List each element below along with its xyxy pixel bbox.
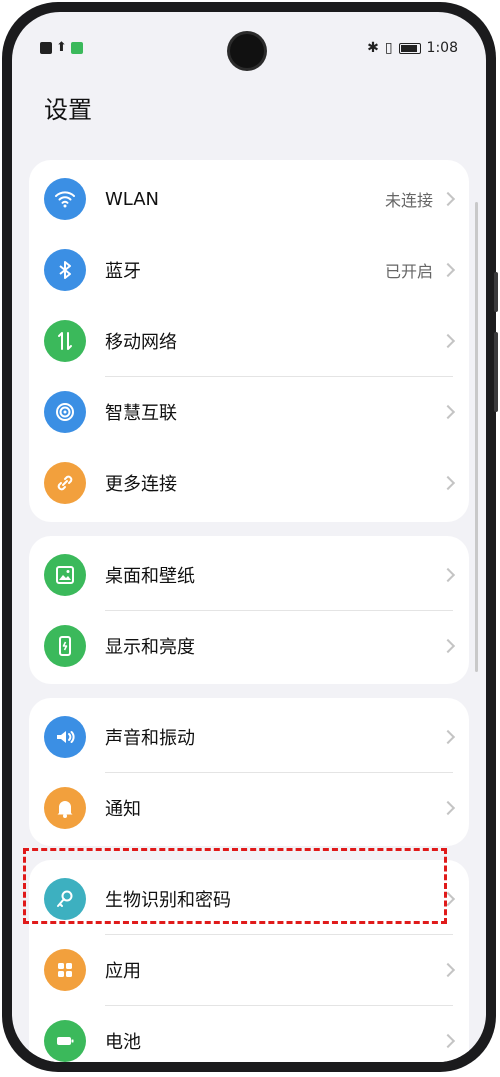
bell-icon [44,787,86,829]
settings-item-value: 已开启 [384,262,433,281]
settings-item-notifications[interactable]: 通知 [29,773,469,843]
highlight-annotation-box [23,848,447,924]
settings-group-display: 桌面和壁纸 显示和亮度 [29,536,469,684]
settings-item-wlan[interactable]: WLAN 未连接 [29,164,469,234]
chevron-right-icon [440,962,456,978]
settings-item-label: 应用 [105,961,141,982]
settings-group-sound: 声音和振动 通知 [29,698,469,846]
upload-icon: ⬆ [56,40,67,55]
chevron-right-icon [440,729,456,745]
connect-icon [44,391,86,433]
settings-item-label: 通知 [105,799,141,820]
link-icon [44,462,86,504]
settings-item-label: 蓝牙 [105,261,141,282]
display-icon [44,625,86,667]
settings-item-mobile-network[interactable]: 移动网络 [29,306,469,376]
bluetooth-icon [44,249,86,291]
front-camera [230,34,264,68]
app-notification-icon [70,41,83,54]
settings-item-label: 显示和亮度 [105,637,195,658]
settings-item-label: 移动网络 [105,332,177,353]
sound-icon [44,716,86,758]
battery-icon [44,1020,86,1062]
scrollbar[interactable] [475,202,478,672]
vibrate-icon: ▯ [384,40,393,56]
page-title: 设置 [44,96,92,124]
settings-item-battery[interactable]: 电池 [29,1006,469,1062]
settings-item-label: 声音和振动 [105,728,195,749]
status-left: ⬆ [40,40,83,55]
chevron-right-icon [440,333,456,349]
apps-icon [44,949,86,991]
settings-item-sound[interactable]: 声音和振动 [29,702,469,772]
status-right: ✱ ▯ 1:08 [367,40,458,56]
status-time: 1:08 [426,40,458,56]
chevron-right-icon [440,262,456,278]
chevron-right-icon [440,567,456,583]
wifi-icon [44,178,86,220]
settings-item-smart-connect[interactable]: 智慧互联 [29,377,469,447]
chevron-right-icon [440,475,456,491]
sim-icon [40,41,52,54]
chevron-right-icon [440,191,456,207]
settings-item-bluetooth[interactable]: 蓝牙 已开启 [29,235,469,305]
settings-item-apps[interactable]: 应用 [29,935,469,1005]
mobile-data-icon [44,320,86,362]
wallpaper-icon [44,554,86,596]
chevron-right-icon [440,800,456,816]
settings-item-wallpaper[interactable]: 桌面和壁纸 [29,540,469,610]
settings-item-label: WLAN [105,188,160,210]
settings-group-connectivity: WLAN 未连接 蓝牙 已开启 移动网络 智慧互联 更多连接 [29,160,469,522]
settings-item-display[interactable]: 显示和亮度 [29,611,469,681]
settings-item-more-connections[interactable]: 更多连接 [29,448,469,518]
settings-item-label: 电池 [105,1032,141,1053]
settings-item-value: 未连接 [384,191,433,210]
chevron-right-icon [440,1033,456,1049]
volume-button [494,272,498,312]
power-button [494,332,498,412]
settings-item-label: 桌面和壁纸 [105,566,195,587]
bluetooth-status-icon: ✱ [367,40,379,56]
chevron-right-icon [440,638,456,654]
battery-status-icon [398,42,421,54]
chevron-right-icon [440,404,456,420]
settings-item-label: 更多连接 [105,474,177,495]
settings-item-label: 智慧互联 [105,403,177,424]
